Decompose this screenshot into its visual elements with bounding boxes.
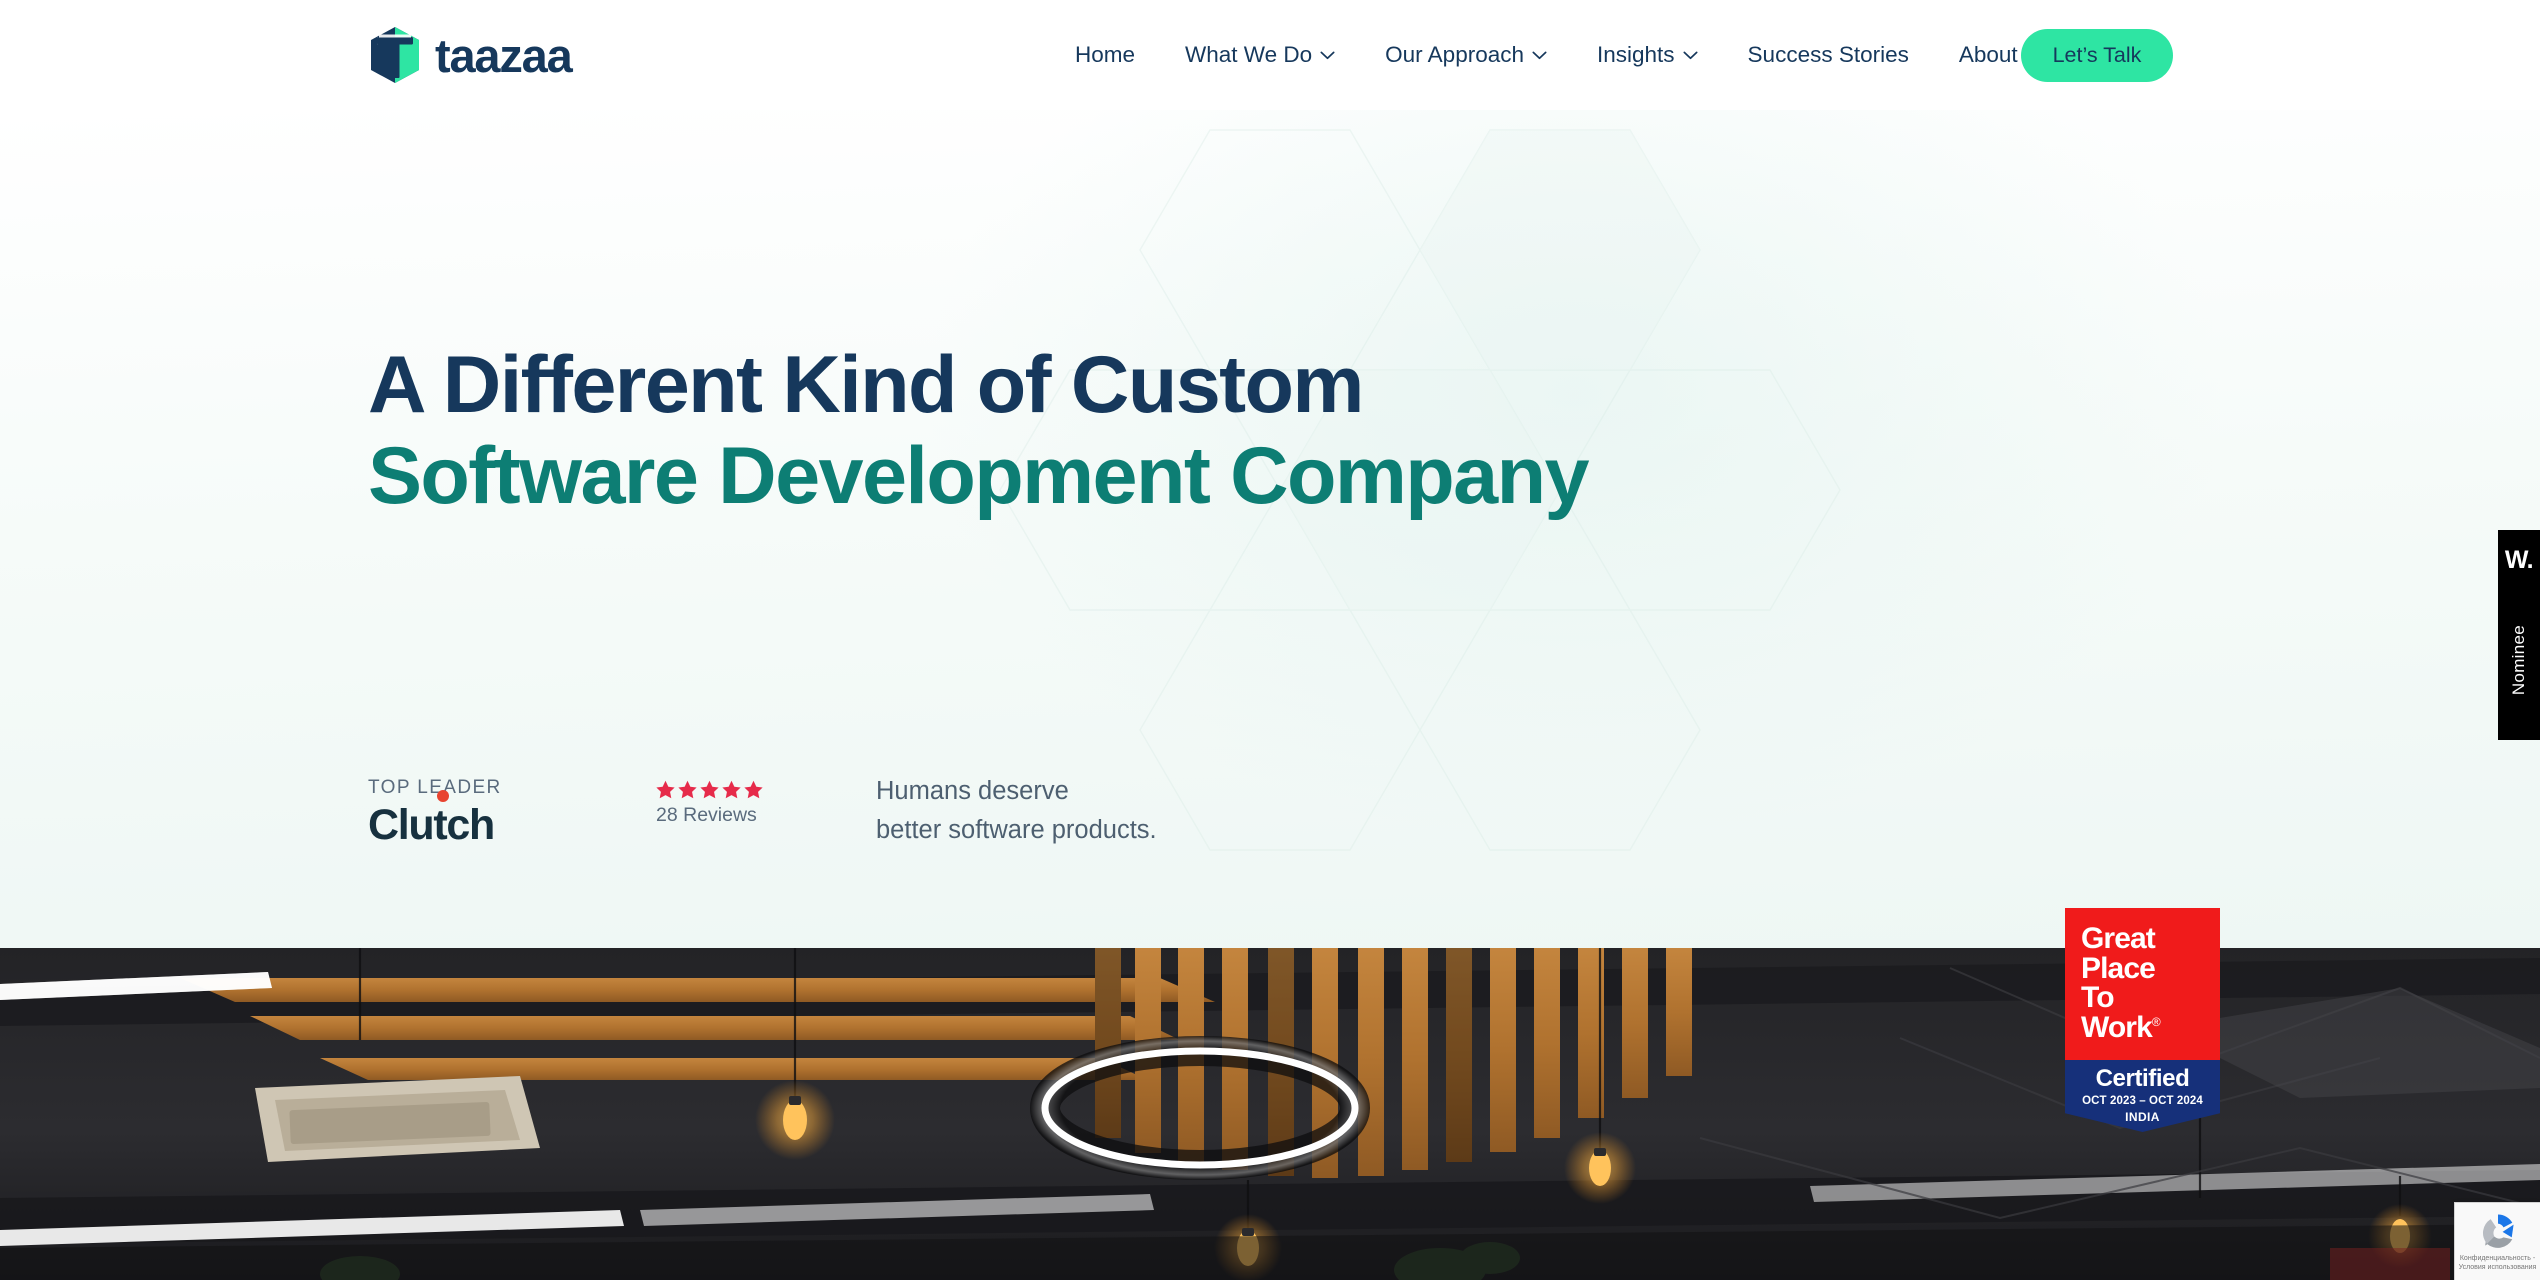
taazaa-hexagon-logo-icon (371, 27, 419, 83)
clutch-rating-block: 28 Reviews (656, 770, 763, 826)
nav-label: Success Stories (1747, 41, 1909, 67)
clutch-wordmark: Clu t ch (368, 790, 638, 849)
gptw-date-range: OCT 2023 – OCT 2024 (2082, 1095, 2203, 1107)
clutch-top-leader-label: TOP LEADER (368, 777, 502, 798)
page-root: taazaa Home What We Do Our Approach Insi… (0, 0, 2540, 1280)
star-icon (678, 780, 697, 799)
logo-wordmark: taazaa (435, 28, 573, 82)
nav-item-success-stories[interactable]: Success Stories (1723, 41, 1934, 67)
site-header: taazaa Home What We Do Our Approach Insi… (0, 0, 2540, 110)
nominee-logo-label: W. (2504, 546, 2534, 574)
clutch-badge[interactable]: TOP LEADER Clu t ch (368, 770, 638, 847)
nominee-label: Nominee (2509, 625, 2528, 696)
nav-item-our-approach[interactable]: Our Approach (1360, 41, 1572, 67)
star-rating (656, 780, 763, 799)
recaptcha-terms-link[interactable]: Условия использования (2459, 1264, 2537, 1271)
gptw-line-3: To (2081, 981, 2115, 1015)
site-logo[interactable]: taazaa (368, 26, 573, 84)
chevron-down-icon (1320, 51, 1335, 59)
chevron-down-icon (1682, 51, 1698, 59)
gptw-certified-label: Certified (2095, 1065, 2190, 1092)
recaptcha-privacy-link[interactable]: Конфиденциальность (2460, 1255, 2531, 1262)
star-icon (700, 780, 719, 799)
nav-label: Our Approach (1385, 41, 1524, 67)
clutch-word-part-3: ch (446, 801, 495, 849)
headline-line-1: A Different Kind of Custom (368, 340, 1364, 430)
clutch-reviews-count: 28 Reviews (656, 804, 757, 826)
recaptcha-links[interactable]: Конфиденциальность - Условия использован… (2456, 1254, 2540, 1273)
recaptcha-icon (2482, 1214, 2514, 1248)
hero-section: A Different Kind of Custom Software Deve… (0, 110, 2540, 948)
nav-item-what-we-do[interactable]: What We Do (1160, 41, 1360, 67)
nav-item-home[interactable]: Home (1050, 41, 1160, 67)
tagline-line-2: better software products. (876, 815, 1157, 844)
star-icon (722, 780, 741, 799)
nav-label: What We Do (1185, 41, 1313, 67)
nav-label: About (1958, 41, 2018, 67)
star-icon (744, 780, 763, 799)
tagline-line-1: Humans deserve (876, 777, 1069, 805)
main-navigation: Home What We Do Our Approach Insights Su… (1050, 0, 2066, 110)
recaptcha-separator: - (2532, 1255, 2536, 1262)
recaptcha-badge[interactable]: Конфиденциальность - Условия использован… (2454, 1202, 2540, 1280)
gptw-line-2: Place (2081, 951, 2156, 985)
hero-content: A Different Kind of Custom Software Deve… (368, 110, 2268, 948)
gptw-red-panel: Great Place To Work® (2065, 908, 2220, 1060)
clutch-word-part-1: Clu (368, 801, 435, 849)
clutch-word-part-2-with-dot: t (433, 790, 450, 849)
star-icon (656, 780, 675, 799)
lets-talk-button[interactable]: Let’s Talk (2021, 29, 2173, 82)
headline-line-2: Software Development Company (368, 430, 1590, 521)
chevron-down-icon (1532, 51, 1547, 59)
nav-label: Home (1075, 41, 1136, 67)
registered-mark-icon: ® (2151, 1015, 2161, 1030)
gptw-line-4-text: Work (2081, 1011, 2153, 1045)
nav-label: Insights (1597, 41, 1675, 67)
great-place-to-work-badge[interactable]: Great Place To Work® Certified OCT 2023 … (2065, 908, 2220, 1132)
nominee-side-tab[interactable]: W. Nominee (2498, 530, 2540, 740)
social-proof-row: TOP LEADER Clu t ch 28 Reviews Humans de… (368, 770, 1157, 850)
nav-item-insights[interactable]: Insights (1572, 41, 1723, 67)
hero-tagline: Humans deserve better software products. (876, 770, 1157, 850)
gptw-line-1: Great (2081, 922, 2156, 955)
page-title: A Different Kind of Custom Software Deve… (368, 340, 1590, 521)
gptw-line-4: Work® (2081, 1013, 2220, 1043)
